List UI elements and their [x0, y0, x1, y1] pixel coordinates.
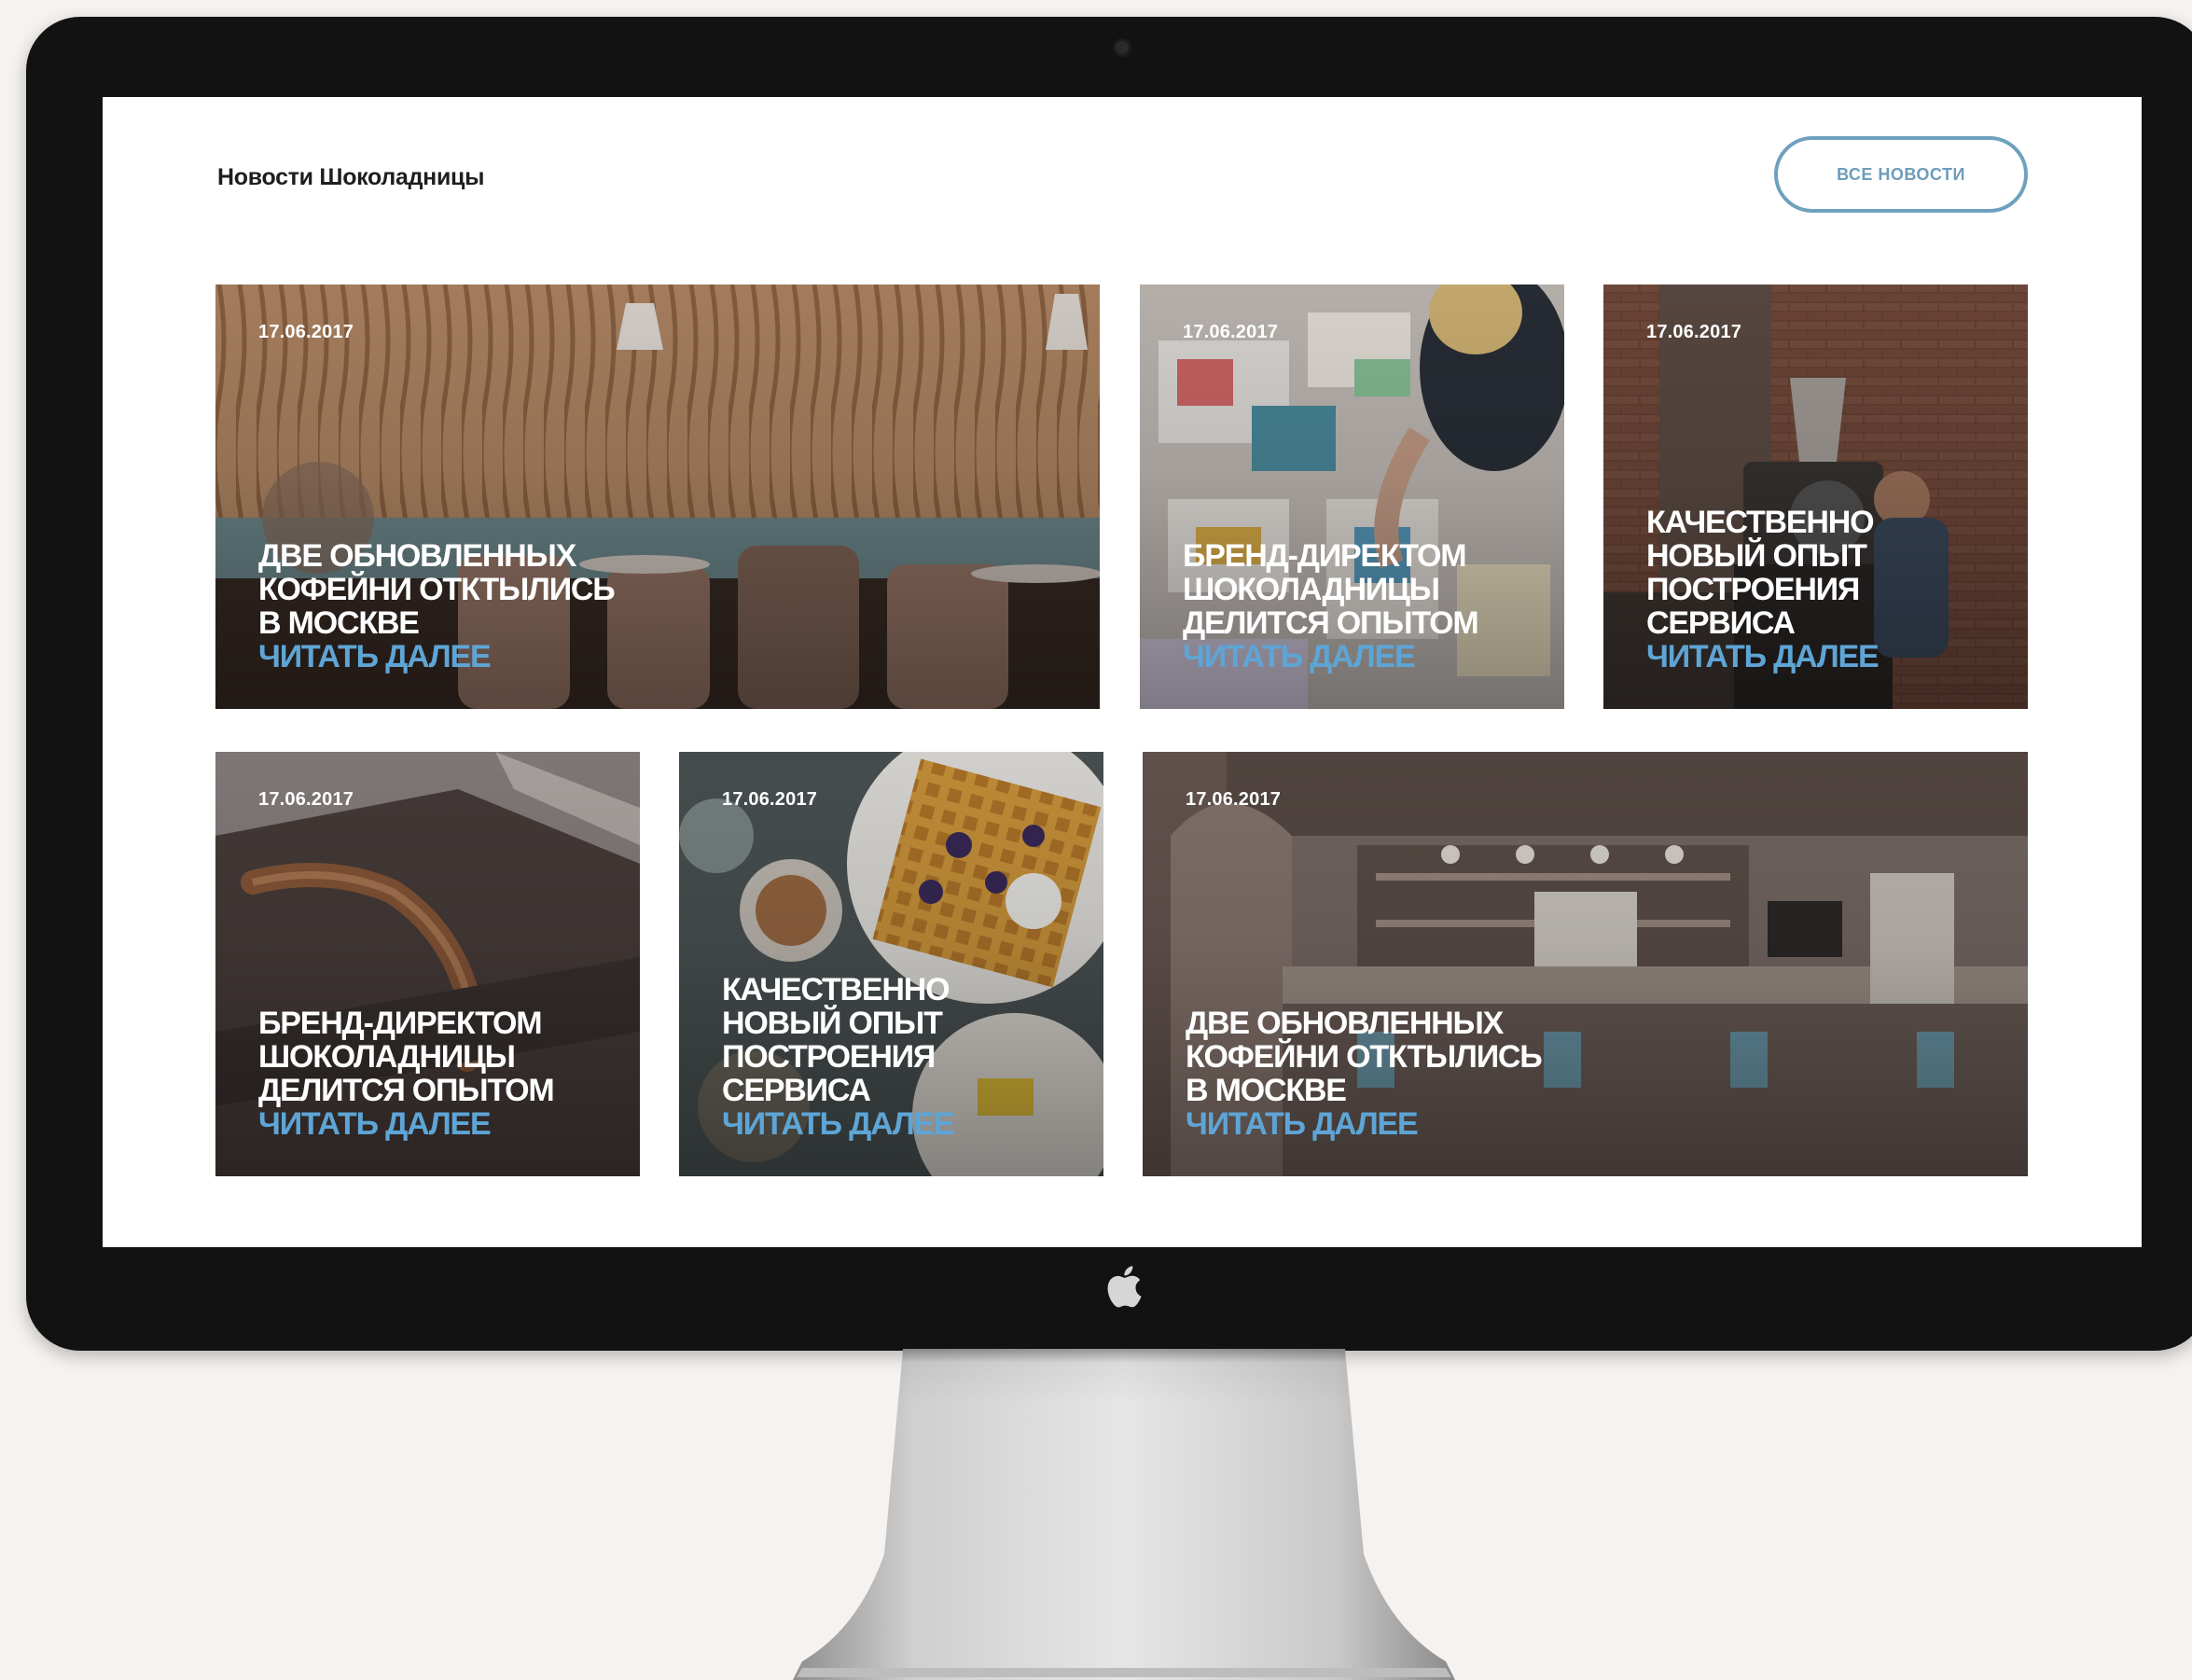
news-card[interactable]: 17.06.2017 БРЕНД-ДИРЕКТОМ ШОКОЛАДНИЦЫ ДЕ…: [1140, 285, 1564, 709]
news-title: БРЕНД-ДИРЕКТОМ ШОКОЛАДНИЦЫ ДЕЛИТСЯ ОПЫТО…: [258, 1006, 555, 1108]
news-date: 17.06.2017: [1183, 322, 1279, 342]
page-title: Новости Шоколадницы: [217, 164, 485, 190]
read-more-link[interactable]: ЧИТАТЬ ДАЛЕЕ: [258, 640, 1083, 673]
news-card[interactable]: 17.06.2017 ДВЕ ОБНОВЛЕННЫХ КОФЕЙНИ ОТКТЫ…: [215, 285, 1100, 709]
news-date: 17.06.2017: [722, 789, 818, 810]
news-title: БРЕНД-ДИРЕКТОМ ШОКОЛАДНИЦЫ ДЕЛИТСЯ ОПЫТО…: [1183, 538, 1479, 641]
news-date: 17.06.2017: [258, 789, 354, 810]
news-date: 17.06.2017: [258, 322, 354, 342]
news-card[interactable]: 17.06.2017 БРЕНД-ДИРЕКТОМ ШОКОЛАДНИЦЫ ДЕ…: [215, 752, 640, 1176]
news-title: ДВЕ ОБНОВЛЕННЫХ КОФЕЙНИ ОТКТЫЛИСЬ В МОСК…: [258, 538, 616, 641]
camera-icon: [1116, 41, 1129, 54]
read-more-link[interactable]: ЧИТАТЬ ДАЛЕЕ: [1183, 640, 1547, 673]
news-title: ДВЕ ОБНОВЛЕННЫХ КОФЕЙНИ ОТКТЫЛИСЬ В МОСК…: [1186, 1006, 1543, 1108]
news-body: КАЧЕСТВЕННО НОВЫЙ ОПЫТ ПОСТРОЕНИЯ СЕРВИС…: [1646, 506, 2011, 673]
browser-viewport: Новости Шоколадницы ВСЕ НОВОСТИ 17.06.20…: [103, 97, 2142, 1247]
news-date: 17.06.2017: [1186, 789, 1282, 810]
monitor-stand: [793, 1349, 1455, 1680]
news-body: БРЕНД-ДИРЕКТОМ ШОКОЛАДНИЦЫ ДЕЛИТСЯ ОПЫТО…: [258, 1007, 623, 1141]
news-card[interactable]: 17.06.2017 КАЧЕСТВЕННО НОВЫЙ ОПЫТ ПОСТРО…: [1603, 285, 2028, 709]
news-title: КАЧЕСТВЕННО НОВЫЙ ОПЫТ ПОСТРОЕНИЯ СЕРВИС…: [1646, 505, 1875, 641]
news-card[interactable]: 17.06.2017 ДВЕ ОБНОВЛЕННЫХ КОФЕЙНИ ОТКТЫ…: [1143, 752, 2028, 1176]
read-more-link[interactable]: ЧИТАТЬ ДАЛЕЕ: [1646, 640, 2011, 673]
news-body: БРЕНД-ДИРЕКТОМ ШОКОЛАДНИЦЫ ДЕЛИТСЯ ОПЫТО…: [1183, 539, 1547, 673]
news-date: 17.06.2017: [1646, 322, 1742, 342]
apple-logo-icon: [1107, 1266, 1142, 1308]
news-title: КАЧЕСТВЕННО НОВЫЙ ОПЫТ ПОСТРОЕНИЯ СЕРВИС…: [722, 972, 950, 1108]
news-body: КАЧЕСТВЕННО НОВЫЙ ОПЫТ ПОСТРОЕНИЯ СЕРВИС…: [722, 973, 1087, 1141]
read-more-link[interactable]: ЧИТАТЬ ДАЛЕЕ: [258, 1107, 623, 1141]
news-body: ДВЕ ОБНОВЛЕННЫХ КОФЕЙНИ ОТКТЫЛИСЬ В МОСК…: [258, 539, 1083, 673]
all-news-button[interactable]: ВСЕ НОВОСТИ: [1774, 136, 2028, 213]
read-more-link[interactable]: ЧИТАТЬ ДАЛЕЕ: [1186, 1107, 2011, 1141]
news-body: ДВЕ ОБНОВЛЕННЫХ КОФЕЙНИ ОТКТЫЛИСЬ В МОСК…: [1186, 1007, 2011, 1141]
read-more-link[interactable]: ЧИТАТЬ ДАЛЕЕ: [722, 1107, 1087, 1141]
news-card[interactable]: 17.06.2017 КАЧЕСТВЕННО НОВЫЙ ОПЫТ ПОСТРО…: [679, 752, 1103, 1176]
